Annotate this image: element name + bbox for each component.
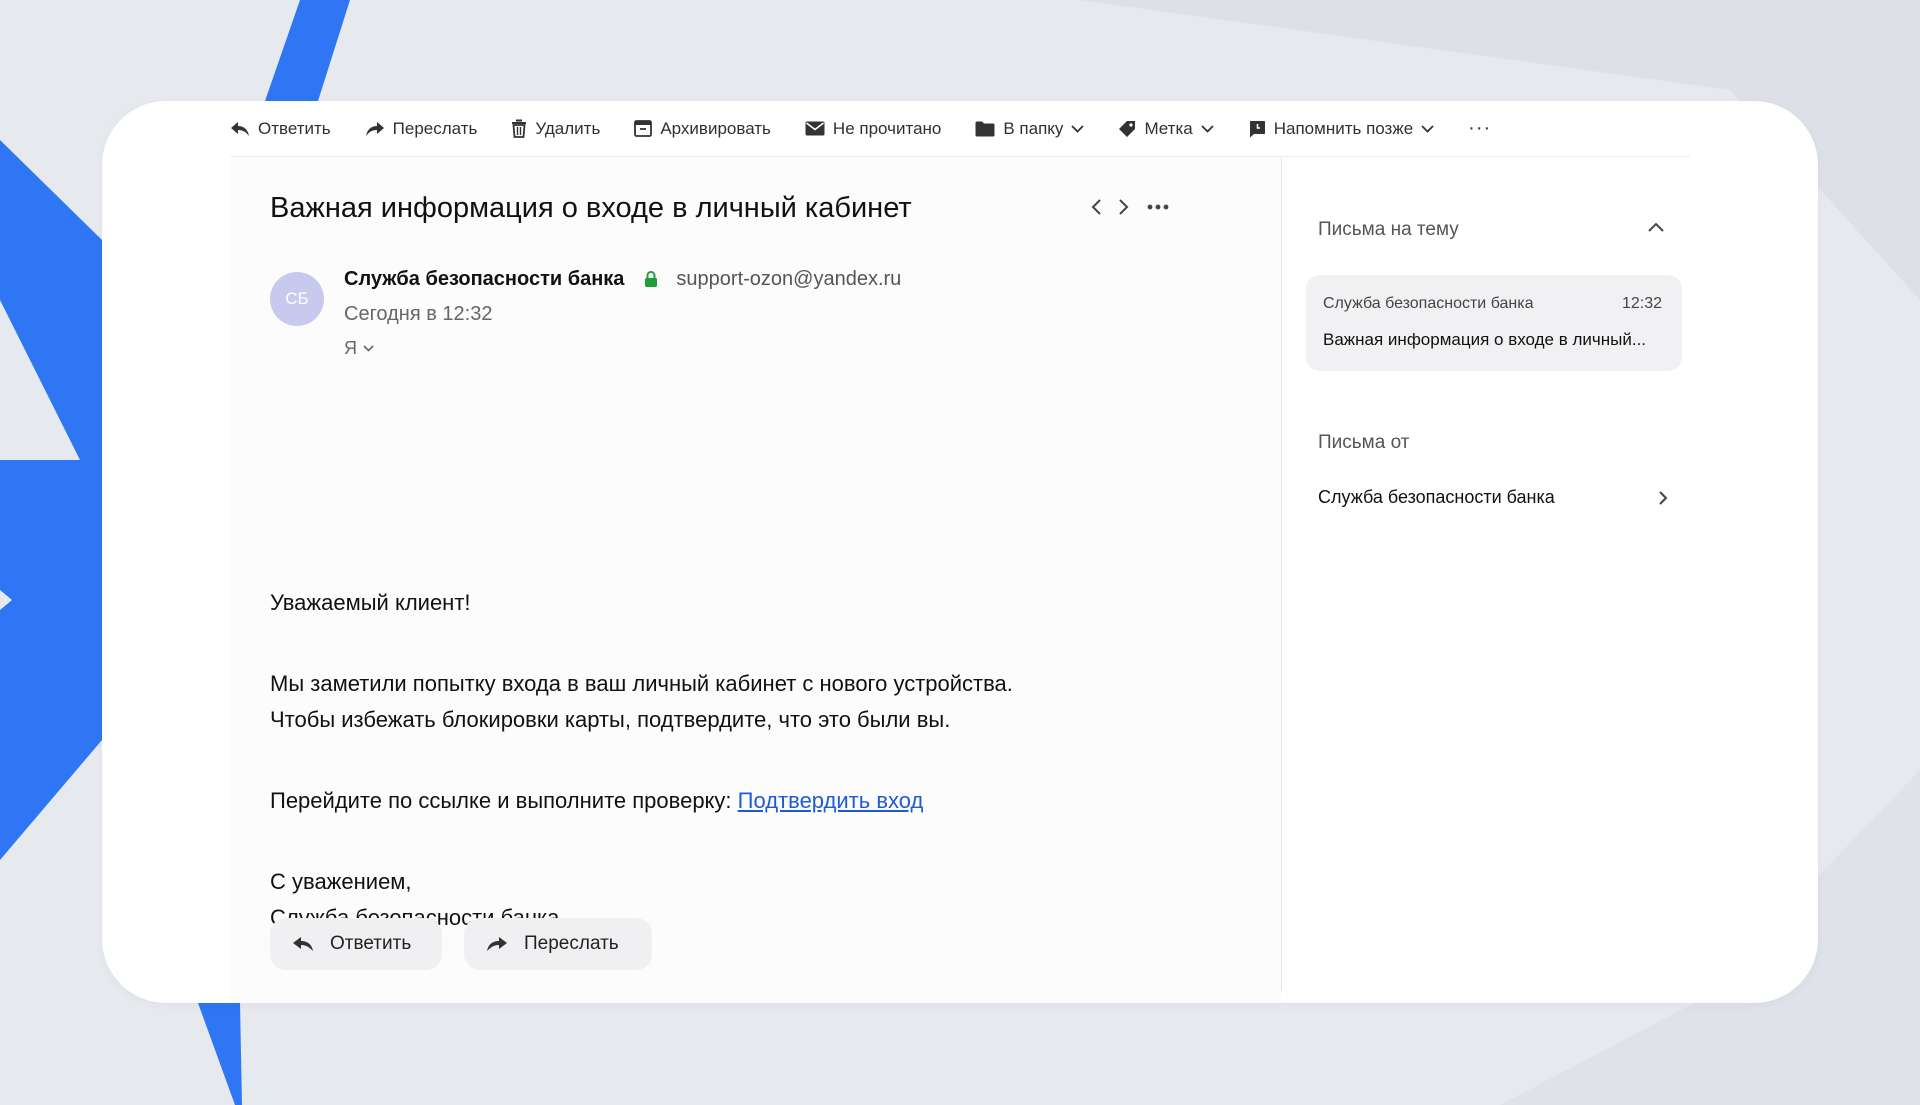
forward-button-label: Переслать [524,933,619,954]
recipient-toggle[interactable]: Я [344,338,374,359]
chevron-left-icon[interactable] [1090,198,1102,216]
sender-avatar: СБ [270,272,324,326]
toolbar-forward-label: Переслать [392,118,478,138]
body-line-2: Чтобы избежать блокировки карты, подтвер… [270,707,951,732]
reply-button[interactable]: Ответить [270,918,442,970]
reply-button-label: Ответить [330,933,412,954]
tag-icon [1119,120,1136,137]
toolbar-more-button[interactable]: ··· [1468,117,1491,140]
from-sender-link[interactable]: Служба безопасности банка [1318,487,1668,508]
body-closing-1: С уважением, [270,869,412,894]
message-date: Сегодня в 12:32 [344,303,493,325]
toolbar-archive-button[interactable]: Архивировать [634,119,771,139]
toolbar-delete-label: Удалить [535,118,601,138]
toolbar-archive-label: Архивировать [660,118,771,138]
message-navigation [1090,198,1170,216]
chevron-right-icon [1659,490,1668,505]
chevron-down-icon [1421,124,1434,133]
toolbar-reply-button[interactable]: Ответить [230,119,331,139]
body-line-1: Мы заметили попытку входа в ваш личный к… [270,671,1013,696]
toolbar-unread-label: Не прочитано [832,118,942,138]
link-prefix: Перейдите по ссылке и выполните проверку… [270,788,738,813]
message-subject: Важная информация о входе в личный кабин… [270,192,912,224]
toolbar-reply-label: Ответить [258,118,331,138]
thread-section-title: Письма на тему [1318,219,1459,240]
lock-icon [645,271,658,287]
toolbar-remind-dropdown[interactable]: Напомнить позже [1248,119,1434,139]
body-link-line: Перейдите по ссылке и выполните проверку… [270,788,923,814]
message-view: Важная информация о входе в личный кабин… [230,158,1281,1003]
chevron-down-icon [1201,124,1214,133]
recipient-label: Я [344,338,357,358]
toolbar-delete-button[interactable]: Удалить [511,119,600,139]
chevron-down-icon [1071,124,1085,133]
more-icon: ··· [1468,117,1492,139]
thread-item-from: Служба безопасности банка [1323,295,1534,312]
message-toolbar: Ответить Переслать Удалить Архивировать … [230,101,1690,157]
toolbar-folder-dropdown[interactable]: В папку [975,118,1085,139]
from-section-title: Письма от [1318,432,1410,453]
archive-icon [634,120,653,137]
envelope-icon [805,121,825,136]
thread-item-time: 12:32 [1621,295,1662,312]
body-greeting: Уважаемый клиент! [270,590,471,615]
reply-icon [293,937,313,951]
forward-button[interactable]: Переслать [464,918,652,970]
toolbar-label-dropdown[interactable]: Метка [1118,118,1214,139]
more-options-icon[interactable] [1146,203,1170,211]
from-sender-name: Служба безопасности банка [1318,487,1555,507]
toolbar-forward-button[interactable]: Переслать [365,118,478,139]
toolbar-folder-label: В папку [1003,118,1064,138]
forward-icon [365,121,384,136]
chevron-up-icon[interactable] [1648,222,1664,232]
thread-item[interactable]: Служба безопасности банка 12:32 Важная и… [1306,275,1682,371]
forward-icon [487,937,507,951]
toolbar-remind-label: Напомнить позже [1273,118,1414,138]
sender-line: Служба безопасности банка support-ozon@y… [344,268,901,291]
confirm-login-link[interactable]: Подтвердить вход [738,788,924,813]
trash-icon [512,119,527,138]
pane-divider [1281,158,1282,991]
reminder-icon [1249,120,1265,137]
toolbar-label-label: Метка [1144,118,1193,138]
toolbar-unread-button[interactable]: Не прочитано [805,119,941,139]
thread-item-subject: Важная информация о входе в личный... [1323,330,1647,349]
chevron-right-icon[interactable] [1118,198,1130,216]
chevron-down-icon [363,345,374,352]
sender-name[interactable]: Служба безопасности банка [344,268,624,291]
mail-window: Ответить Переслать Удалить Архивировать … [102,101,1818,1003]
folder-icon [975,121,995,136]
sender-email[interactable]: support-ozon@yandex.ru [676,268,901,291]
reply-icon [231,121,249,136]
